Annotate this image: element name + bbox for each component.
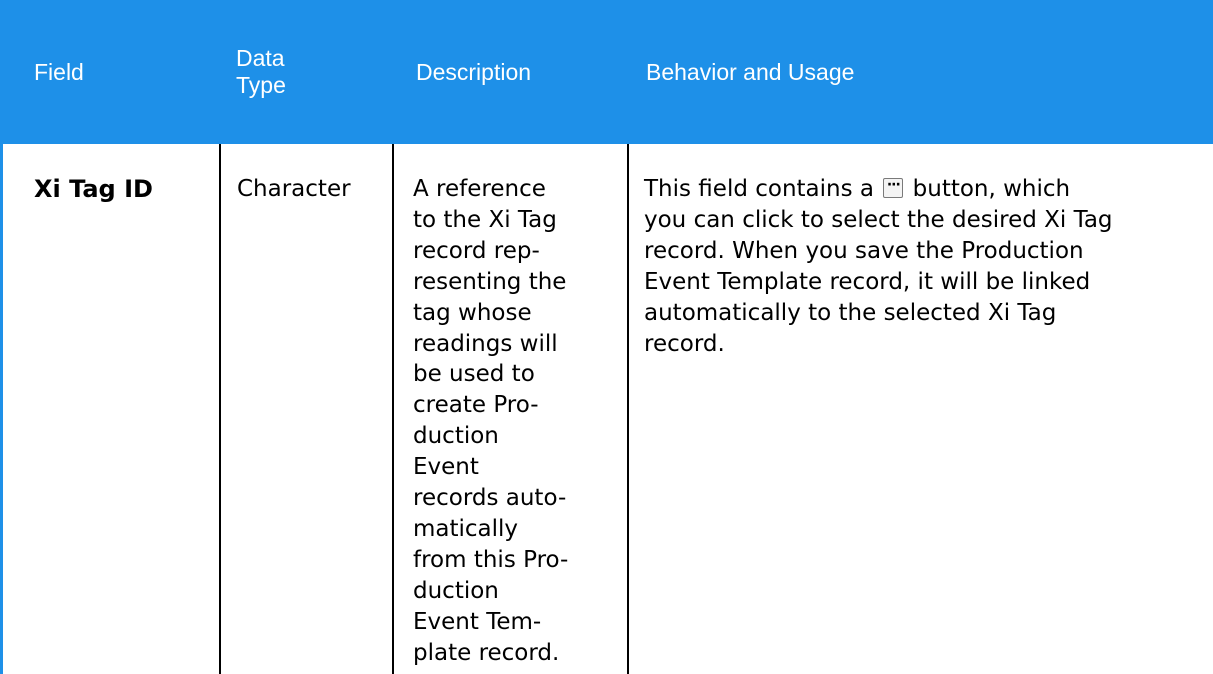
description-line: duction [413,577,499,604]
behavior-line: automatically to the selected Xi Tag [644,299,1057,326]
header-data-type-line2: Type [236,72,286,98]
description-line: A reference [413,176,546,202]
description-line: create Pro- [413,392,539,419]
description-line: be used to [413,361,535,388]
description-line: matically [413,515,519,542]
behavior-line: record. When you save the Production [644,237,1084,264]
cell-data-type: Character [237,176,351,202]
cell-field: Xi Tag ID [34,175,153,203]
column-divider [627,144,629,674]
behavior-line: Event Template record, it will be linked [644,268,1091,295]
description-line: to the Xi Tag [413,206,557,233]
description-line: tag whose [413,299,532,326]
description-line: plate record. [413,639,560,666]
header-behavior: Behavior and Usage [646,58,855,85]
description-line: Event [413,454,479,481]
header-field: Field [34,58,84,85]
column-divider [219,144,221,674]
description-line: from this Pro- [413,546,569,573]
header-data-type: Data Type [236,0,356,144]
ellipsis-button-icon: ··· [883,177,904,198]
description-line: record rep- [413,237,540,264]
description-line: readings will [413,330,558,357]
column-divider [392,144,394,674]
table-left-border [0,144,3,674]
table-header: Field Data Type Description Behavior and… [0,0,1213,144]
field-table: Field Data Type Description Behavior and… [0,0,1213,674]
behavior-line: This field contains a ··· button, which [644,176,1071,202]
cell-description: A reference to the Xi Tag record rep- re… [413,174,618,669]
description-line: resenting the [413,268,567,295]
header-description: Description [416,58,532,85]
description-line: duction [413,423,499,450]
description-line: Event Tem- [413,608,542,635]
description-line: records auto- [413,485,567,512]
cell-behavior: This field contains a ··· button, which … [644,174,1189,359]
header-data-type-line1: Data [236,45,285,71]
behavior-line: record. [644,330,725,357]
behavior-line: you can click to select the desired Xi T… [644,206,1113,233]
